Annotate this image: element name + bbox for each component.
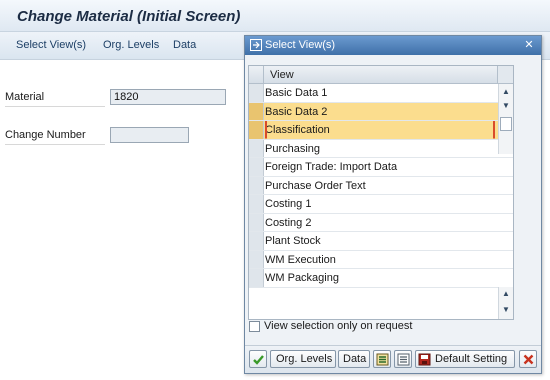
change-number-label: Change Number [5,129,105,145]
data-button[interactable]: Data [338,350,370,368]
scroll-up-icon[interactable]: ▲ [501,289,511,299]
select-column-header[interactable] [249,66,264,83]
list-item[interactable]: Costing 1 [249,195,513,214]
menu-item-org-levels[interactable]: Org. Levels [103,39,159,51]
list-item[interactable]: WM Packaging [249,269,513,288]
default-setting-button-label: Default Setting [435,353,508,365]
menu-item-data[interactable]: Data [173,39,196,51]
column-settings-button[interactable] [497,66,513,83]
menu-item-select-views[interactable]: Select View(s) [16,39,86,51]
view-selection-checkbox-label: View selection only on request [264,320,413,332]
view-label: Basic Data 1 [265,87,328,99]
scroll-up-icon[interactable]: ▲ [501,87,511,97]
vertical-scrollbar[interactable]: ▲ ▼ [498,84,513,154]
select-all-button[interactable] [373,350,391,368]
row-selector[interactable] [249,232,264,250]
confirm-button[interactable] [249,350,267,368]
list-item[interactable]: Purchase Order Text [249,176,513,195]
material-label: Material [5,91,105,107]
dialog-title: Select View(s) [265,39,336,51]
view-label: Basic Data 2 [265,105,328,118]
view-label: Costing 1 [265,198,312,210]
close-icon[interactable]: ✕ [522,38,536,52]
row-selector[interactable] [249,195,264,213]
list-item[interactable]: Purchasing [249,139,513,158]
list-item[interactable]: Costing 2 [249,213,513,232]
dialog-title-bar: Select View(s) ✕ [245,36,541,55]
row-selector[interactable] [249,139,264,157]
views-rows: Basic Data 1 Basic Data 2 Classification… [249,84,513,288]
view-label: Purchasing [265,142,321,155]
window-icon [250,39,262,51]
scroll-down-icon[interactable]: ▼ [501,305,511,315]
list-item[interactable]: Basic Data 1 [249,84,513,103]
row-selector[interactable] [249,102,264,120]
views-list: View Basic Data 1 Basic Data 2 Classific… [248,65,514,320]
list-item[interactable]: Classification [249,121,513,140]
cancel-button[interactable] [519,350,537,368]
view-label: WM Execution [265,253,336,266]
scrollbar-thumb[interactable] [500,117,512,131]
data-button-label: Data [343,353,367,365]
row-selector[interactable] [249,158,264,176]
list-item[interactable]: Foreign Trade: Import Data [249,158,513,177]
org-levels-button-label: Org. Levels [276,353,333,365]
view-label: Purchase Order Text [265,179,366,192]
view-label: WM Packaging [265,272,339,284]
view-label: Classification [265,124,330,136]
row-selector[interactable] [249,84,264,102]
vertical-scrollbar-lower[interactable]: ▲ ▼ [498,287,513,319]
dialog-footer-toolbar: Org. Levels Data Default Setting [245,345,541,373]
column-header-view: View [270,69,294,81]
deselect-all-icon [397,353,410,366]
view-label: Foreign Trade: Import Data [265,161,398,173]
cancel-icon [523,354,534,365]
checkmark-icon [253,355,264,365]
save-icon [418,353,431,366]
select-all-icon [376,353,389,366]
list-item[interactable]: Plant Stock [249,232,513,251]
default-setting-button[interactable]: Default Setting [415,350,515,368]
row-selector[interactable] [249,121,264,139]
org-levels-button[interactable]: Org. Levels [270,350,336,368]
deselect-all-button[interactable] [394,350,412,368]
page-title: Change Material (Initial Screen) [17,8,241,25]
views-list-header: View [249,66,513,84]
view-selection-checkbox[interactable] [249,321,260,332]
view-label: Costing 2 [265,216,312,229]
row-selector[interactable] [249,250,264,268]
title-bar: Change Material (Initial Screen) [0,0,550,32]
select-views-dialog: Select View(s) ✕ View Basic Data 1 Basic… [244,35,542,374]
material-input[interactable] [110,89,226,105]
row-selector[interactable] [249,213,264,231]
change-number-input[interactable] [110,127,189,143]
list-item[interactable]: Basic Data 2 [249,102,513,121]
view-label: Plant Stock [265,235,321,247]
row-selector[interactable] [249,176,264,194]
scroll-down-icon[interactable]: ▼ [501,101,511,111]
row-selector[interactable] [249,269,264,287]
list-item[interactable]: WM Execution [249,250,513,269]
